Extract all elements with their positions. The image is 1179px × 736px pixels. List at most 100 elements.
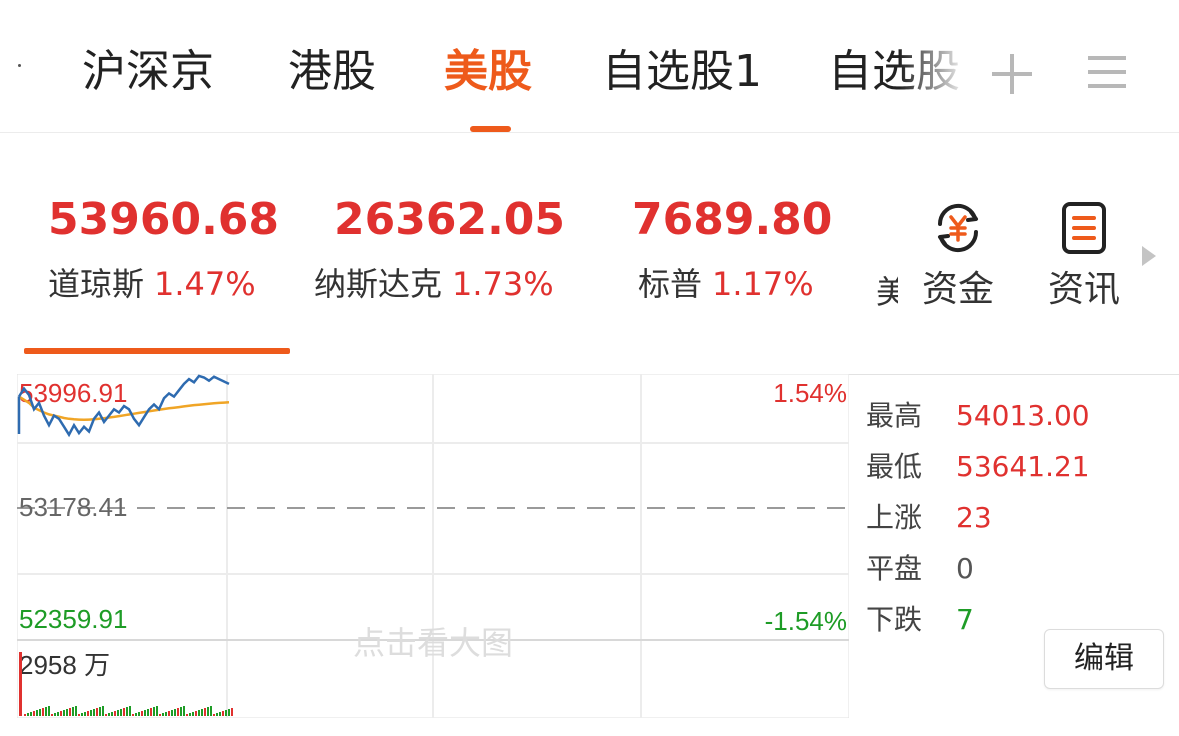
selected-index-indicator bbox=[24, 348, 290, 354]
stat-label: 平盘 bbox=[866, 552, 923, 585]
volume-bar bbox=[186, 714, 188, 716]
index-value: 26362.05 bbox=[334, 194, 566, 245]
index-change: 1.47% bbox=[154, 265, 256, 303]
volume-bar bbox=[165, 712, 167, 716]
news-label: 资讯 bbox=[1048, 269, 1121, 310]
low-price-label: 52359.91 bbox=[19, 604, 127, 634]
volume-bar bbox=[120, 709, 122, 716]
volume-bar bbox=[66, 709, 68, 716]
index-card-dow[interactable]: 53960.68 道琼斯 1.47% bbox=[48, 190, 279, 306]
volume-bar bbox=[195, 711, 197, 716]
index-name: 标普 bbox=[638, 265, 703, 303]
market-tab-bar: 沪深京 港股 美股 自选股1 自选股 bbox=[0, 0, 1179, 133]
tab-overflow-fade bbox=[900, 40, 980, 110]
menu-icon[interactable] bbox=[1088, 54, 1128, 90]
volume-bar bbox=[63, 710, 65, 716]
volume-bar bbox=[117, 710, 119, 716]
scroll-indicator-dot bbox=[18, 64, 21, 67]
volume-bar bbox=[177, 708, 179, 716]
active-tab-indicator bbox=[470, 126, 511, 132]
volume-bar bbox=[132, 714, 134, 716]
volume-bar bbox=[27, 713, 29, 716]
volume-bar bbox=[171, 710, 173, 716]
volume-bar bbox=[204, 708, 206, 716]
volume-bar bbox=[183, 706, 185, 716]
volume-bar bbox=[144, 710, 146, 716]
volume-bar bbox=[19, 652, 22, 716]
stat-label: 下跌 bbox=[866, 603, 923, 636]
news-button[interactable]: 资讯 bbox=[1048, 198, 1120, 312]
volume-bar bbox=[93, 709, 95, 716]
volume-bar bbox=[219, 712, 221, 716]
reference-price-label: 53178.41 bbox=[19, 492, 127, 522]
volume-bar bbox=[231, 708, 233, 716]
stat-label: 最低 bbox=[866, 450, 923, 483]
volume-bar bbox=[90, 710, 92, 716]
volume-bar bbox=[147, 709, 149, 716]
index-value: 7689.80 bbox=[632, 194, 833, 245]
clipped-index-name: 美 bbox=[876, 273, 898, 311]
volume-bar bbox=[48, 706, 50, 716]
add-tab-plus-icon[interactable] bbox=[988, 50, 1036, 98]
volume-bar bbox=[69, 708, 71, 716]
index-name: 道琼斯 bbox=[48, 265, 145, 303]
stat-value: 0 bbox=[956, 552, 974, 585]
volume-bar bbox=[213, 714, 215, 716]
volume-bar bbox=[162, 713, 164, 716]
top-price-label: 53996.91 bbox=[19, 378, 127, 408]
index-card-nasdaq[interactable]: 26362.05 纳斯达克 1.73% bbox=[314, 190, 565, 306]
funds-label: 资金 bbox=[922, 269, 995, 310]
volume-bar bbox=[78, 714, 80, 716]
volume-bar bbox=[57, 712, 59, 716]
index-change: 1.73% bbox=[452, 265, 554, 303]
tab-hs-market[interactable]: 沪深京 bbox=[82, 44, 214, 100]
stat-value: 54013.00 bbox=[956, 399, 1090, 432]
edit-button[interactable]: 编辑 bbox=[1044, 629, 1164, 689]
volume-bar bbox=[207, 707, 209, 716]
volume-bar bbox=[75, 706, 77, 716]
volume-bar bbox=[36, 710, 38, 716]
tab-hk-stocks[interactable]: 港股 bbox=[288, 44, 376, 100]
volume-bar bbox=[30, 712, 32, 716]
stat-label: 上涨 bbox=[866, 501, 923, 534]
funds-button[interactable]: 资金 bbox=[922, 198, 994, 312]
volume-bar bbox=[111, 712, 113, 716]
volume-bar bbox=[45, 707, 47, 716]
volume-bar bbox=[24, 714, 26, 716]
volume-bar bbox=[168, 711, 170, 716]
volume-bar bbox=[159, 714, 161, 716]
volume-bar bbox=[72, 707, 74, 716]
volume-bar bbox=[210, 706, 212, 716]
funds-yen-icon bbox=[937, 203, 979, 253]
volume-bar bbox=[105, 714, 107, 716]
scroll-right-arrow-icon[interactable] bbox=[1142, 246, 1156, 266]
volume-bar bbox=[54, 713, 56, 716]
stat-value: 53641.21 bbox=[956, 450, 1090, 483]
volume-bar bbox=[189, 713, 191, 716]
volume-bar bbox=[81, 713, 83, 716]
news-document-icon bbox=[1062, 202, 1106, 254]
volume-bar bbox=[33, 711, 35, 716]
low-percent-label: -1.54% bbox=[765, 606, 847, 636]
volume-bar bbox=[156, 706, 158, 716]
volume-bar bbox=[180, 707, 182, 716]
index-name: 纳斯达克 bbox=[314, 265, 443, 303]
volume-bar bbox=[84, 712, 86, 716]
intraday-chart[interactable]: 53996.91 53178.41 52359.91 1.54% -1.54% … bbox=[17, 374, 849, 718]
volume-bar bbox=[42, 708, 44, 716]
volume-bar bbox=[108, 713, 110, 716]
volume-bar bbox=[174, 709, 176, 716]
volume-bar bbox=[96, 708, 98, 716]
volume-bar bbox=[126, 707, 128, 716]
volume-bar bbox=[102, 706, 104, 716]
volume-bar bbox=[192, 712, 194, 716]
volume-bar bbox=[225, 710, 227, 716]
tab-us-stocks[interactable]: 美股 bbox=[444, 44, 532, 100]
stat-value: 23 bbox=[956, 501, 992, 534]
index-card-sp500[interactable]: 7689.80 标普 1.17% bbox=[632, 190, 832, 306]
stat-label: 最高 bbox=[866, 399, 923, 432]
volume-bar bbox=[87, 711, 89, 716]
volume-bar bbox=[153, 707, 155, 716]
volume-bar bbox=[201, 709, 203, 716]
tab-watchlist-1[interactable]: 自选股1 bbox=[602, 44, 762, 100]
